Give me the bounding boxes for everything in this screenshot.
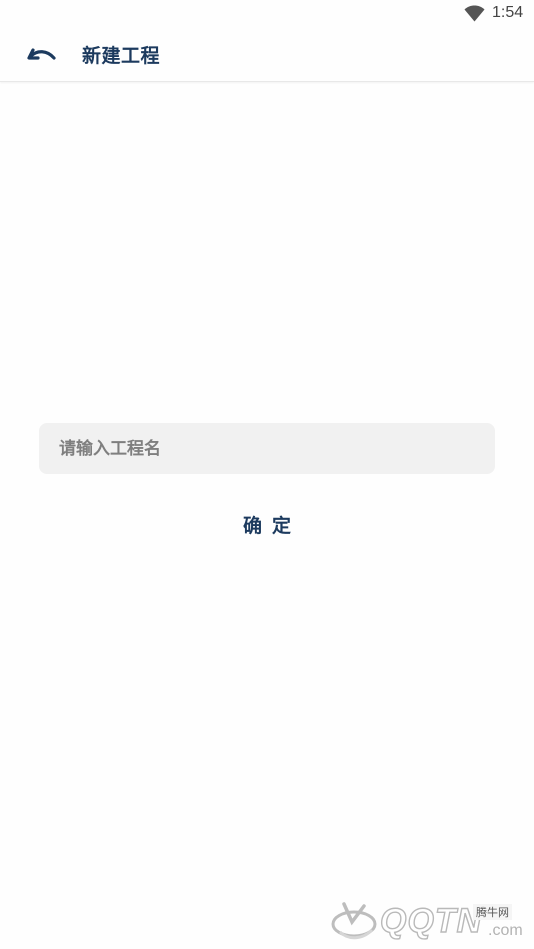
app-bar: 新建工程	[0, 28, 534, 82]
watermark-suffix: .com	[488, 922, 523, 939]
status-time: 1:54	[492, 4, 524, 21]
watermark-badge: 腾牛网	[473, 904, 512, 920]
new-project-screen: 1:54 新建工程 确定 QQTN 腾牛网 .com	[0, 0, 534, 949]
status-bar: 1:54	[0, 0, 534, 28]
page-title: 新建工程	[82, 45, 161, 67]
watermark-brand: QQTN	[379, 901, 483, 940]
project-name-input[interactable]	[39, 423, 495, 474]
watermark-logo-icon	[331, 902, 377, 940]
watermark: QQTN 腾牛网 .com	[330, 888, 530, 948]
confirm-button[interactable]: 确定	[217, 505, 317, 543]
undo-arrow-icon[interactable]	[25, 41, 59, 69]
wifi-icon	[464, 5, 485, 22]
